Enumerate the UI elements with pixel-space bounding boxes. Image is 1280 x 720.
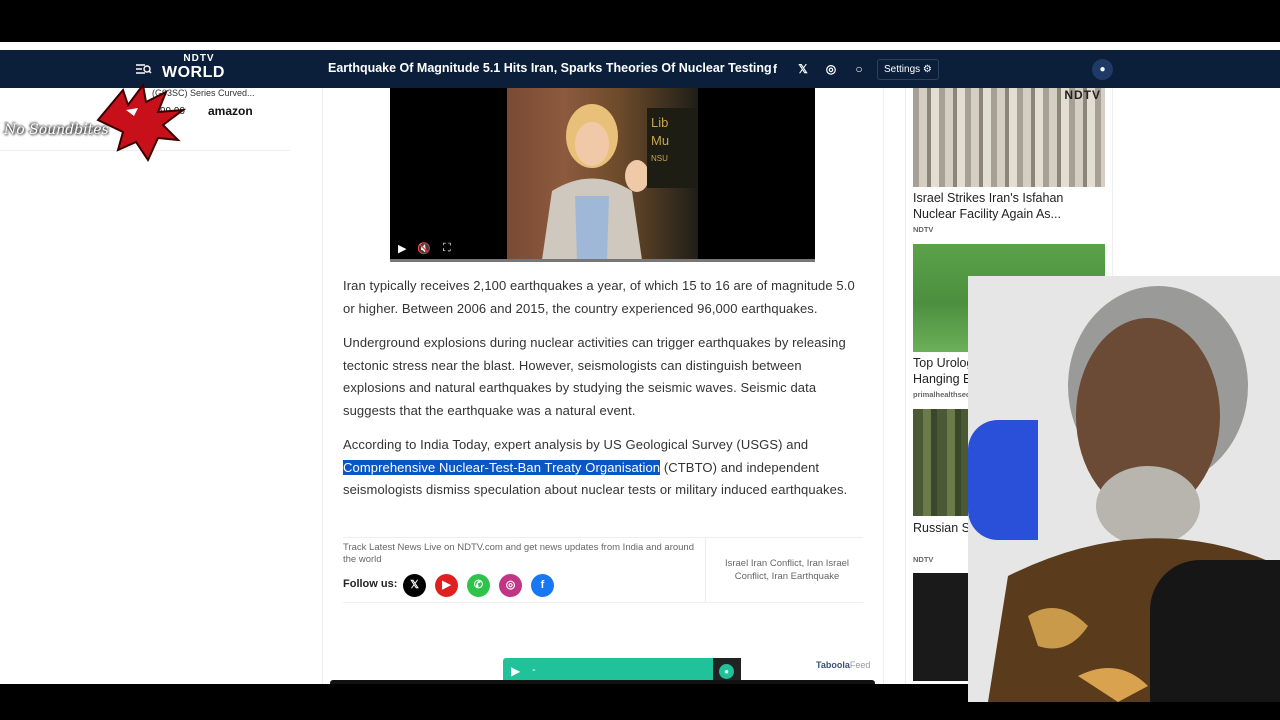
article-tags[interactable]: Israel Iran Conflict, Iran Israel Confli… <box>714 558 860 583</box>
news-card-source: NDTV <box>913 225 934 234</box>
whatsapp-social-icon[interactable]: ✆ <box>467 574 490 597</box>
x-icon[interactable]: 𝕏 <box>793 59 813 79</box>
ad-amazon-logo: amazon <box>208 104 253 118</box>
news-card-source: NDTV <box>913 555 934 564</box>
fullscreen-icon[interactable]: ⛶ <box>443 242 451 255</box>
watermark: No Soundbites <box>4 122 109 138</box>
video-frame: Lib Mu NSU <box>507 88 698 260</box>
divider <box>343 537 863 538</box>
sign-text-3: NSU <box>651 154 668 163</box>
taboola-feed: Feed <box>849 660 871 670</box>
x-social-icon[interactable]: 𝕏 <box>403 574 426 597</box>
user-avatar-icon[interactable]: ● <box>1092 59 1113 80</box>
blue-object <box>968 420 1038 540</box>
video-progress-bar[interactable] <box>390 259 815 262</box>
instagram-icon[interactable]: ◎ <box>499 574 522 597</box>
settings-button[interactable]: Settings ⚙ <box>877 59 939 80</box>
sign-text-1: Lib <box>651 115 669 130</box>
article-title: Earthquake Of Magnitude 5.1 Hits Iran, S… <box>328 61 772 75</box>
taboola-brand: Taboola <box>816 660 850 670</box>
taboola-logo[interactable]: TaboolaFeed <box>816 660 870 670</box>
whatsapp-icon[interactable]: ◎ <box>821 59 841 79</box>
youtube-icon[interactable]: ▶ <box>435 574 458 597</box>
divider <box>705 538 706 602</box>
thumbnail-brand: NDTV <box>1064 88 1101 102</box>
comment-icon[interactable]: ○ <box>849 59 869 79</box>
sign-text-2: Mu <box>651 133 670 148</box>
bottom-overlay-bar <box>330 680 875 684</box>
audio-logo-icon[interactable]: ● <box>719 664 734 679</box>
paragraph-text: According to India Today, expert analysi… <box>343 437 809 452</box>
news-thumbnail[interactable]: NDTV <box>913 88 1105 187</box>
article-paragraph: According to India Today, expert analysi… <box>343 434 863 502</box>
video-player[interactable]: Lib Mu NSU ▶ 🔇 ⛶ <box>390 88 815 262</box>
logo-ndtv: NDTV <box>183 53 215 64</box>
article-paragraph: Underground explosions during nuclear ac… <box>343 335 846 418</box>
news-card-title[interactable]: Israel Strikes Iran's Isfahan Nuclear Fa… <box>913 190 1105 222</box>
screen-recording: NDTV WORLD Earthquake Of Magnitude 5.1 H… <box>0 0 1280 720</box>
play-icon[interactable]: ▶ <box>398 242 406 255</box>
facebook-social-icon[interactable]: f <box>531 574 554 597</box>
facebook-icon[interactable]: f <box>765 59 785 79</box>
mute-icon[interactable]: 🔇 <box>417 242 431 255</box>
divider <box>343 602 863 603</box>
menu-search-icon[interactable] <box>134 60 152 78</box>
article-paragraph: Iran typically receives 2,100 earthquake… <box>343 278 855 316</box>
top-navbar: NDTV WORLD Earthquake Of Magnitude 5.1 H… <box>0 50 1280 88</box>
audio-play-icon[interactable]: ▶ <box>511 664 520 678</box>
presenter-image <box>542 104 647 260</box>
track-news-text: Track Latest News Live on NDTV.com and g… <box>343 542 694 565</box>
settings-label: Settings <box>884 64 921 75</box>
microphone <box>1150 560 1280 702</box>
audio-title: - <box>532 664 536 676</box>
gear-icon: ⚙ <box>922 64 932 75</box>
follow-us-label: Follow us: <box>343 578 398 590</box>
selected-text[interactable]: Comprehensive Nuclear-Test-Ban Treaty Or… <box>343 459 661 475</box>
video-background-sign: Lib Mu NSU <box>647 108 698 188</box>
